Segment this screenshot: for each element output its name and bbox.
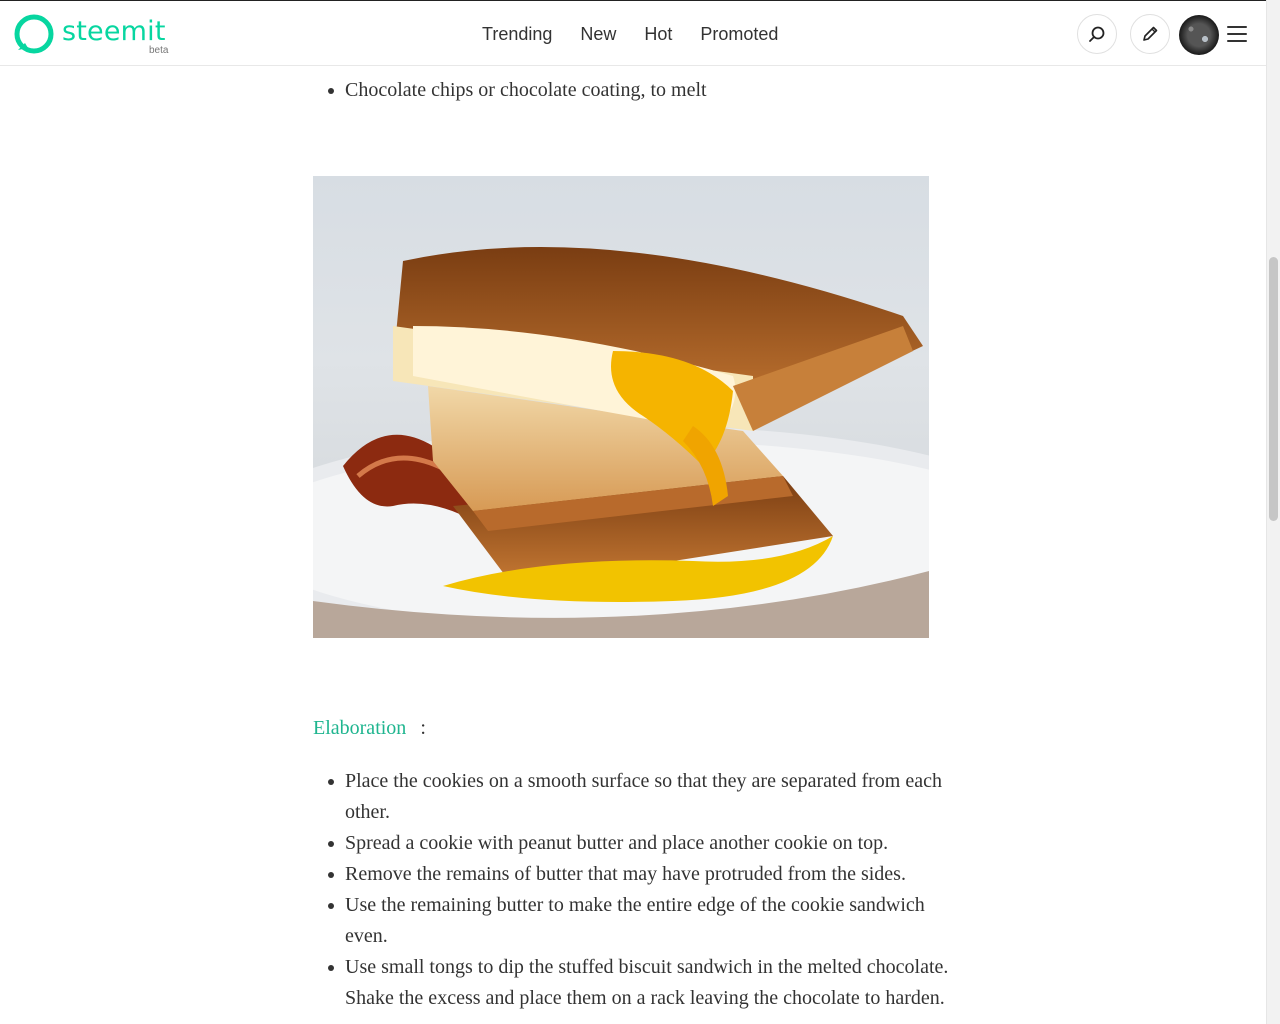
ingredients-list: Chocolate chips or chocolate coating, to…	[313, 75, 963, 106]
steps-list: Place the cookies on a smooth surface so…	[313, 766, 963, 1014]
top-header: steemit beta Trending New Hot Promoted	[0, 0, 1266, 66]
list-item: Place the cookies on a smooth surface so…	[313, 766, 963, 828]
user-avatar[interactable]	[1179, 15, 1219, 55]
pencil-icon	[1143, 26, 1158, 41]
menu-icon[interactable]	[1227, 26, 1247, 42]
logo-wordmark: steemit	[62, 16, 166, 47]
search-icon	[1089, 26, 1105, 42]
list-item: Spread a cookie with peanut butter and p…	[313, 828, 963, 859]
sandwich-photo	[313, 176, 929, 638]
nav-new[interactable]: New	[580, 23, 616, 45]
page-scrollbar[interactable]	[1266, 0, 1280, 1024]
sandwich-illustration	[313, 247, 929, 638]
steemit-logo-icon	[14, 14, 54, 54]
section-heading: Elaboration:	[313, 715, 426, 741]
list-item: Use small tongs to dip the stuffed biscu…	[313, 952, 963, 1014]
beta-badge: beta	[149, 45, 169, 56]
list-item: Remove the remains of butter that may ha…	[313, 859, 963, 890]
nav-promoted[interactable]: Promoted	[700, 23, 778, 45]
scrollbar-thumb[interactable]	[1269, 257, 1278, 521]
list-item: Use the remaining butter to make the ent…	[313, 890, 963, 952]
nav-trending[interactable]: Trending	[482, 23, 552, 45]
nav-hot[interactable]: Hot	[644, 23, 672, 45]
elaboration-link[interactable]: Elaboration	[313, 717, 406, 739]
main-nav: Trending New Hot Promoted	[482, 23, 778, 45]
steemit-logo[interactable]: steemit beta	[14, 14, 169, 56]
heading-colon: :	[420, 717, 426, 739]
list-item: Chocolate chips or chocolate coating, to…	[313, 75, 963, 106]
search-button[interactable]	[1077, 14, 1117, 54]
write-post-button[interactable]	[1130, 14, 1170, 54]
